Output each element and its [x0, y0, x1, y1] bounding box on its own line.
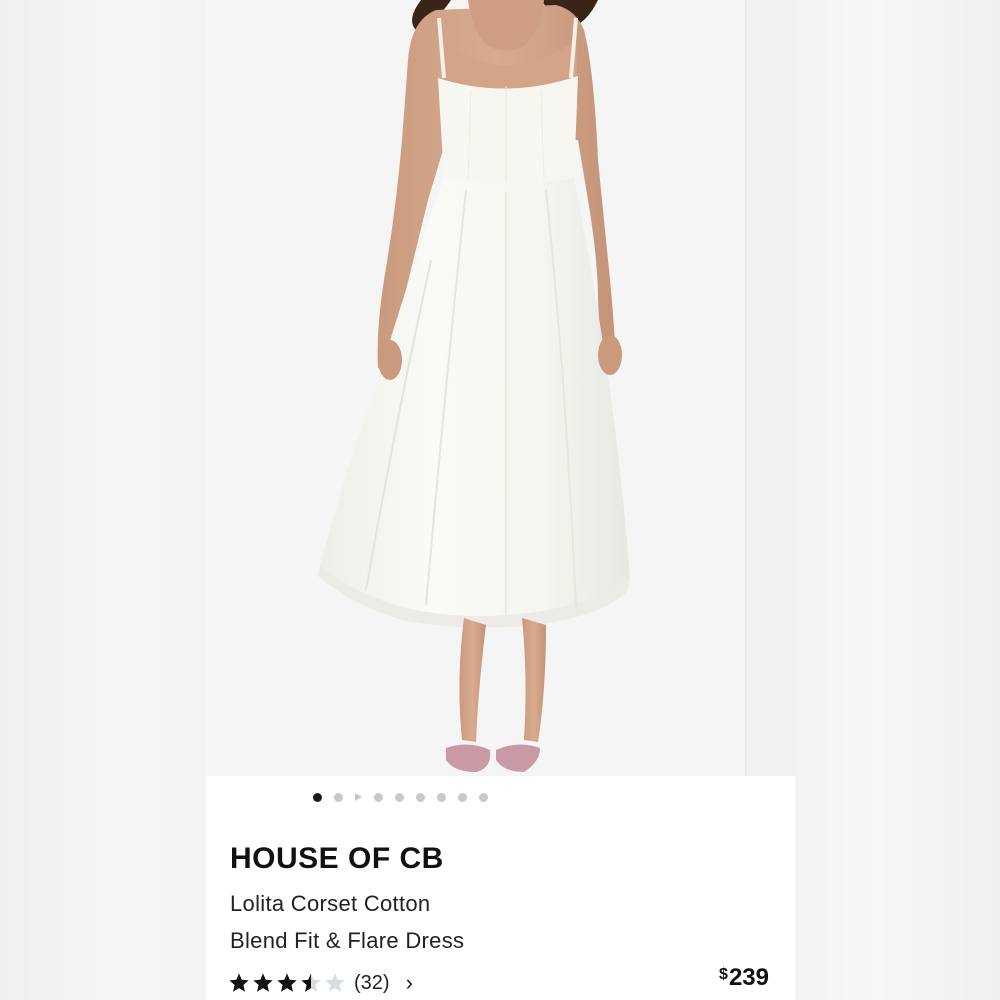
carousel-dot[interactable]: [374, 792, 383, 802]
next-image-peek[interactable]: [745, 0, 796, 776]
product-page: HOUSE OF CB Lolita Corset Cotton Blend F…: [0, 0, 1000, 1000]
brand-name[interactable]: HOUSE OF CB: [230, 842, 444, 876]
rating-row[interactable]: (32) ›: [228, 968, 413, 998]
backdrop-left: [0, 0, 206, 1000]
product-title-line-1[interactable]: Lolita Corset Cotton: [230, 891, 430, 917]
carousel-dot[interactable]: [334, 792, 343, 802]
carousel-dots[interactable]: [106, 790, 695, 804]
backdrop-right: [795, 0, 1000, 1000]
star-rating: [228, 972, 346, 994]
carousel-dot[interactable]: [395, 792, 404, 802]
carousel-dot[interactable]: [479, 792, 488, 802]
price-value: 239: [728, 964, 769, 991]
star-icon: [253, 973, 273, 992]
product-image[interactable]: [206, 0, 745, 776]
dress-photo: [206, 0, 745, 776]
play-icon[interactable]: [355, 793, 362, 801]
star-icon: [301, 973, 321, 992]
carousel-dot[interactable]: [416, 792, 425, 802]
product-title-line-2[interactable]: Blend Fit & Flare Dress: [230, 928, 464, 954]
star-icon: [277, 973, 297, 992]
review-count[interactable]: (32): [354, 972, 390, 995]
carousel-dot[interactable]: [313, 792, 322, 802]
price-currency: $: [719, 966, 728, 983]
chevron-right-icon[interactable]: ›: [406, 972, 413, 994]
star-icon: [325, 973, 345, 992]
star-icon: [229, 973, 249, 992]
carousel-dot[interactable]: [458, 792, 467, 802]
carousel-dot[interactable]: [437, 792, 446, 802]
product-card: HOUSE OF CB Lolita Corset Cotton Blend F…: [206, 0, 796, 1000]
price: $ 239: [719, 964, 769, 992]
